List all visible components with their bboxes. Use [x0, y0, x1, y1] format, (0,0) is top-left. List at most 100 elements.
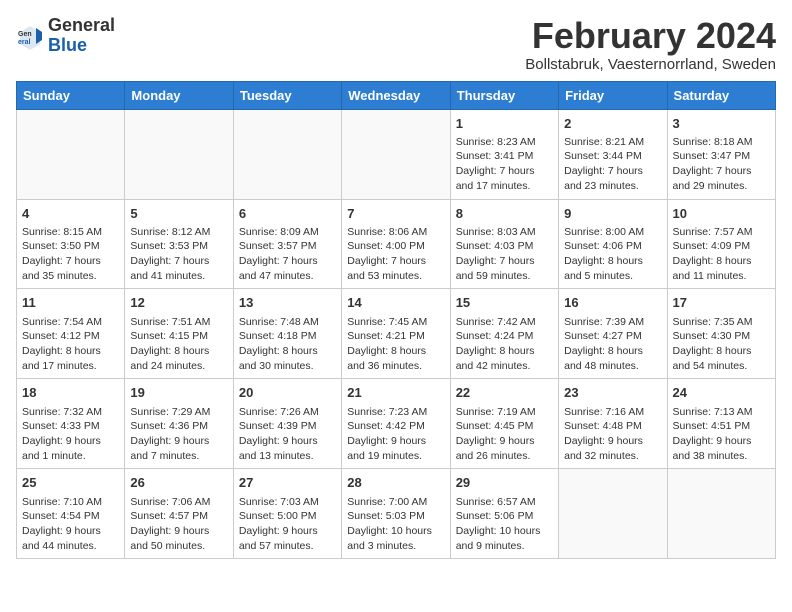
daylight-hours: Daylight: 8 hours and 24 minutes. [130, 344, 227, 373]
sunrise-time: Sunrise: 6:57 AM [456, 495, 553, 510]
day-cell-22: 22Sunrise: 7:19 AMSunset: 4:45 PMDayligh… [450, 379, 558, 469]
day-cell-21: 21Sunrise: 7:23 AMSunset: 4:42 PMDayligh… [342, 379, 450, 469]
day-cell-14: 14Sunrise: 7:45 AMSunset: 4:21 PMDayligh… [342, 289, 450, 379]
day-number: 17 [673, 294, 770, 312]
sunset-time: Sunset: 4:06 PM [564, 239, 661, 254]
day-number: 2 [564, 115, 661, 133]
sunset-time: Sunset: 4:48 PM [564, 419, 661, 434]
sunset-time: Sunset: 5:06 PM [456, 509, 553, 524]
daylight-hours: Daylight: 7 hours and 35 minutes. [22, 254, 119, 283]
daylight-hours: Daylight: 8 hours and 48 minutes. [564, 344, 661, 373]
logo-blue: Blue [48, 36, 115, 56]
day-number: 20 [239, 384, 336, 402]
day-number: 26 [130, 474, 227, 492]
sunset-time: Sunset: 4:21 PM [347, 329, 444, 344]
daylight-hours: Daylight: 9 hours and 26 minutes. [456, 434, 553, 463]
day-number: 9 [564, 205, 661, 223]
day-header-friday: Friday [559, 81, 667, 109]
day-number: 25 [22, 474, 119, 492]
sunrise-time: Sunrise: 7:19 AM [456, 405, 553, 420]
sunrise-time: Sunrise: 8:03 AM [456, 225, 553, 240]
daylight-hours: Daylight: 8 hours and 30 minutes. [239, 344, 336, 373]
sunrise-time: Sunrise: 7:32 AM [22, 405, 119, 420]
sunrise-time: Sunrise: 7:03 AM [239, 495, 336, 510]
sunset-time: Sunset: 3:53 PM [130, 239, 227, 254]
day-cell-9: 9 Sunrise: 8:00 AMSunset: 4:06 PMDaylight… [559, 199, 667, 289]
sunrise-time: Sunrise: 7:48 AM [239, 315, 336, 330]
day-number: 16 [564, 294, 661, 312]
day-number: 6 [239, 205, 336, 223]
day-cell-19: 19Sunrise: 7:29 AMSunset: 4:36 PMDayligh… [125, 379, 233, 469]
week-row-3: 11Sunrise: 7:54 AMSunset: 4:12 PMDayligh… [17, 289, 776, 379]
day-number: 28 [347, 474, 444, 492]
sunset-time: Sunset: 4:24 PM [456, 329, 553, 344]
daylight-hours: Daylight: 9 hours and 7 minutes. [130, 434, 227, 463]
day-cell-1: 1Sunrise: 8:23 AMSunset: 3:41 PMDaylight… [450, 109, 558, 199]
calendar: SundayMondayTuesdayWednesdayThursdayFrid… [16, 81, 776, 560]
sunset-time: Sunset: 4:27 PM [564, 329, 661, 344]
day-number: 10 [673, 205, 770, 223]
subtitle: Bollstabruk, Vaesternorrland, Sweden [525, 56, 776, 73]
day-number: 29 [456, 474, 553, 492]
sunrise-time: Sunrise: 7:06 AM [130, 495, 227, 510]
sunrise-time: Sunrise: 8:23 AM [456, 135, 553, 150]
sunrise-time: Sunrise: 8:18 AM [673, 135, 770, 150]
day-number: 8 [456, 205, 553, 223]
sunrise-time: Sunrise: 8:12 AM [130, 225, 227, 240]
day-cell-11: 11Sunrise: 7:54 AMSunset: 4:12 PMDayligh… [17, 289, 125, 379]
day-cell-20: 20Sunrise: 7:26 AMSunset: 4:39 PMDayligh… [233, 379, 341, 469]
sunset-time: Sunset: 4:12 PM [22, 329, 119, 344]
sunset-time: Sunset: 4:42 PM [347, 419, 444, 434]
day-cell-16: 16Sunrise: 7:39 AMSunset: 4:27 PMDayligh… [559, 289, 667, 379]
day-cell-23: 23Sunrise: 7:16 AMSunset: 4:48 PMDayligh… [559, 379, 667, 469]
sunset-time: Sunset: 3:41 PM [456, 149, 553, 164]
sunset-time: Sunset: 5:03 PM [347, 509, 444, 524]
day-cell-13: 13Sunrise: 7:48 AMSunset: 4:18 PMDayligh… [233, 289, 341, 379]
week-row-5: 25Sunrise: 7:10 AMSunset: 4:54 PMDayligh… [17, 469, 776, 559]
sunrise-time: Sunrise: 8:09 AM [239, 225, 336, 240]
daylight-hours: Daylight: 9 hours and 19 minutes. [347, 434, 444, 463]
day-cell-18: 18Sunrise: 7:32 AMSunset: 4:33 PMDayligh… [17, 379, 125, 469]
sunrise-time: Sunrise: 7:57 AM [673, 225, 770, 240]
day-number: 1 [456, 115, 553, 133]
daylight-hours: Daylight: 9 hours and 57 minutes. [239, 524, 336, 553]
day-number: 24 [673, 384, 770, 402]
day-header-sunday: Sunday [17, 81, 125, 109]
sunset-time: Sunset: 4:36 PM [130, 419, 227, 434]
sunset-time: Sunset: 4:30 PM [673, 329, 770, 344]
day-cell-5: 5Sunrise: 8:12 AMSunset: 3:53 PMDaylight… [125, 199, 233, 289]
sunrise-time: Sunrise: 8:00 AM [564, 225, 661, 240]
logo: Gen eral General Blue [16, 16, 115, 56]
day-cell-10: 10Sunrise: 7:57 AMSunset: 4:09 PMDayligh… [667, 199, 775, 289]
daylight-hours: Daylight: 10 hours and 3 minutes. [347, 524, 444, 553]
sunrise-time: Sunrise: 7:42 AM [456, 315, 553, 330]
day-cell-17: 17Sunrise: 7:35 AMSunset: 4:30 PMDayligh… [667, 289, 775, 379]
day-cell-7: 7Sunrise: 8:06 AMSunset: 4:00 PMDaylight… [342, 199, 450, 289]
day-number: 15 [456, 294, 553, 312]
sunrise-time: Sunrise: 7:23 AM [347, 405, 444, 420]
month-title: February 2024 [525, 16, 776, 56]
sunset-time: Sunset: 4:03 PM [456, 239, 553, 254]
day-number: 5 [130, 205, 227, 223]
sunrise-time: Sunrise: 7:45 AM [347, 315, 444, 330]
day-number: 4 [22, 205, 119, 223]
day-cell-27: 27Sunrise: 7:03 AMSunset: 5:00 PMDayligh… [233, 469, 341, 559]
svg-text:eral: eral [18, 39, 31, 46]
empty-cell [17, 109, 125, 199]
sunrise-time: Sunrise: 7:35 AM [673, 315, 770, 330]
day-cell-2: 2Sunrise: 8:21 AMSunset: 3:44 PMDaylight… [559, 109, 667, 199]
sunrise-time: Sunrise: 7:13 AM [673, 405, 770, 420]
daylight-hours: Daylight: 10 hours and 9 minutes. [456, 524, 553, 553]
sunset-time: Sunset: 3:44 PM [564, 149, 661, 164]
sunset-time: Sunset: 4:45 PM [456, 419, 553, 434]
daylight-hours: Daylight: 8 hours and 5 minutes. [564, 254, 661, 283]
day-number: 19 [130, 384, 227, 402]
daylight-hours: Daylight: 9 hours and 1 minute. [22, 434, 119, 463]
empty-cell [342, 109, 450, 199]
day-number: 14 [347, 294, 444, 312]
title-area: February 2024 Bollstabruk, Vaesternorrla… [525, 16, 776, 73]
daylight-hours: Daylight: 8 hours and 11 minutes. [673, 254, 770, 283]
day-number: 13 [239, 294, 336, 312]
sunset-time: Sunset: 3:50 PM [22, 239, 119, 254]
sunset-time: Sunset: 4:39 PM [239, 419, 336, 434]
